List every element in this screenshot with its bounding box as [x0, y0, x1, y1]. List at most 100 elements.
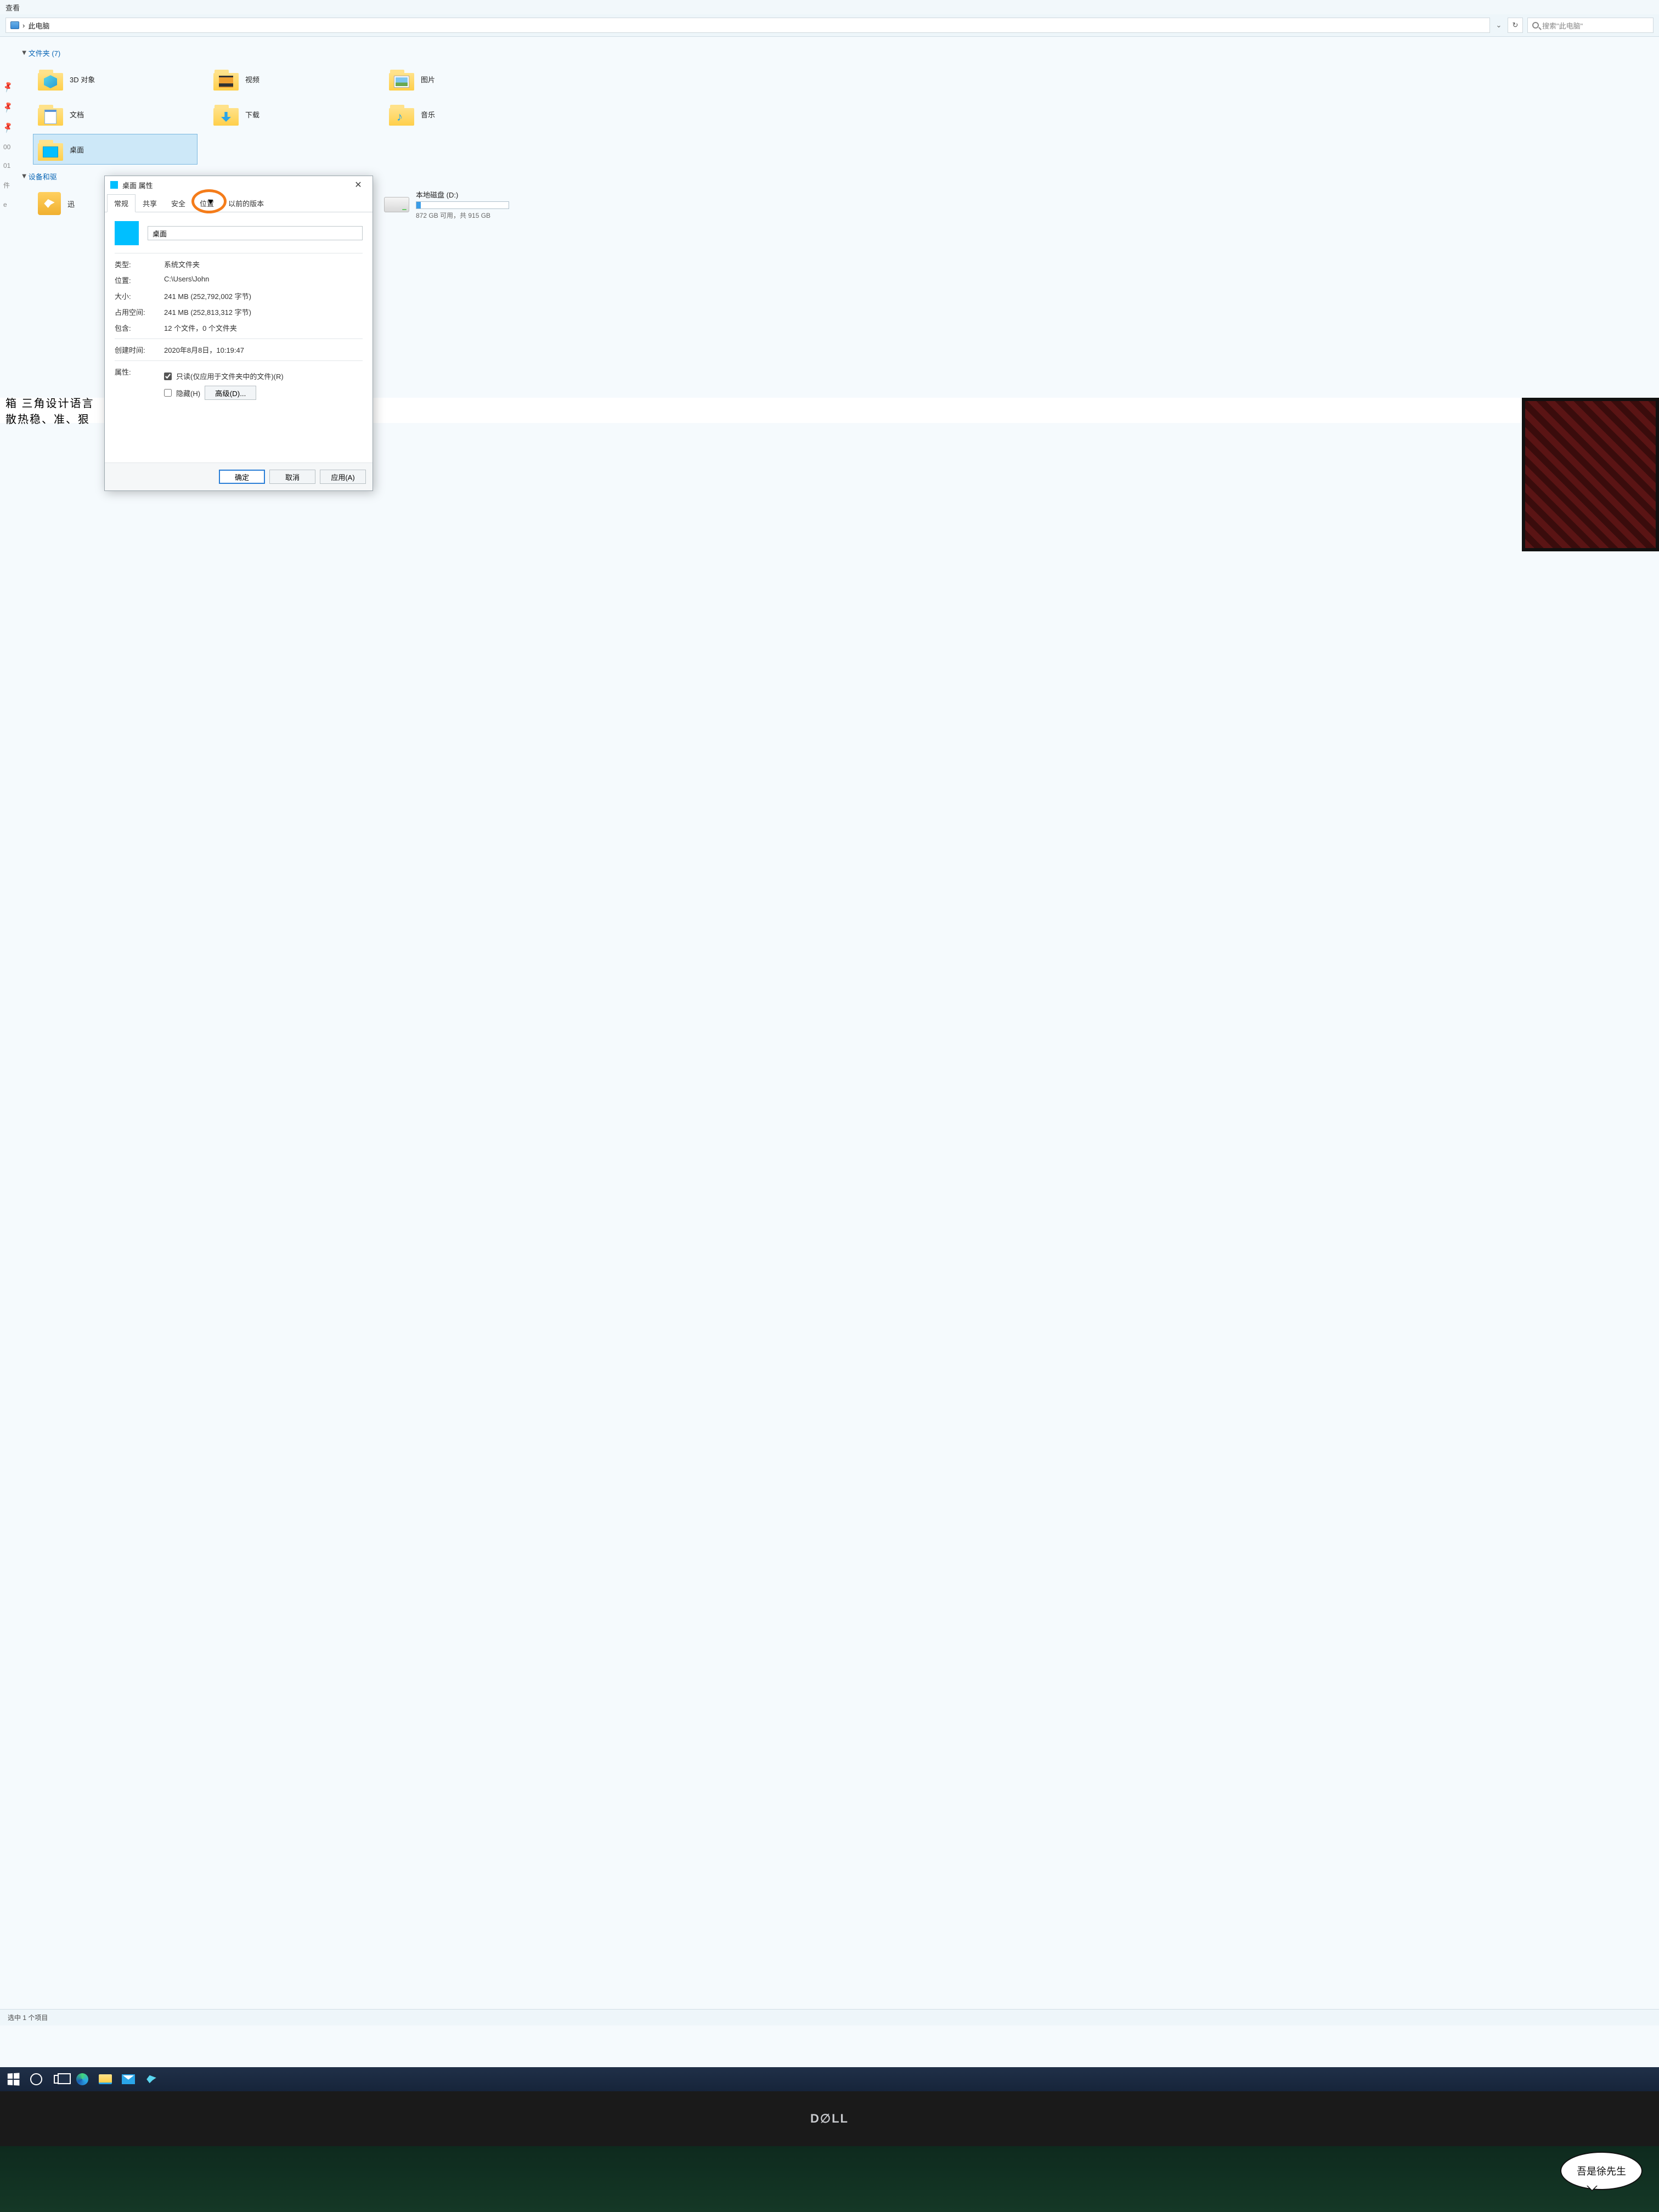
- address-bar[interactable]: › 此电脑: [5, 18, 1490, 33]
- edge-button[interactable]: [75, 2072, 90, 2087]
- thunder-taskbar[interactable]: [144, 2072, 159, 2087]
- tab-previous-versions[interactable]: 以前的版本: [221, 194, 271, 212]
- watermark-speech-bubble: 吾是徐先生: [1560, 2152, 1643, 2190]
- sidebar-fragment: e: [3, 201, 13, 208]
- windows-logo-icon: [8, 2073, 20, 2085]
- address-bar-row: › 此电脑 ⌄ ↻ 搜索"此电脑": [0, 14, 1659, 37]
- label-contains: 包含:: [115, 323, 164, 333]
- ok-button[interactable]: 确定: [219, 470, 265, 484]
- app-label: 迅: [67, 199, 75, 209]
- folder-pictures[interactable]: 图片: [384, 64, 549, 94]
- cortana-button[interactable]: [29, 2072, 44, 2087]
- folder-desktop[interactable]: 桌面: [33, 134, 198, 165]
- pin-icon: 📌: [2, 121, 15, 134]
- folder-videos[interactable]: 视频: [208, 64, 373, 94]
- bird-icon: [145, 2074, 157, 2084]
- task-view-button[interactable]: [52, 2072, 67, 2087]
- sidebar-fragment: 01: [3, 162, 13, 170]
- sidebar-fragment: 件: [3, 180, 13, 190]
- hard-drive-icon: [384, 197, 409, 212]
- folder-icon: [213, 67, 239, 91]
- refresh-button[interactable]: ↻: [1508, 18, 1523, 33]
- separator: [115, 360, 363, 361]
- address-dropdown-icon[interactable]: ⌄: [1494, 21, 1503, 30]
- breadcrumb-sep: ›: [22, 21, 25, 30]
- value-type: 系统文件夹: [164, 259, 363, 269]
- hidden-checkbox[interactable]: [164, 389, 172, 397]
- folder-name-input[interactable]: [148, 226, 363, 240]
- value-size: 241 MB (252,792,002 字节): [164, 291, 363, 301]
- tab-sharing[interactable]: 共享: [136, 194, 164, 212]
- watermark-text: 吾是徐先生: [1577, 2166, 1626, 2177]
- tab-security[interactable]: 安全: [164, 194, 193, 212]
- label-created: 创建时间:: [115, 345, 164, 355]
- close-button[interactable]: ✕: [349, 179, 367, 190]
- devices-header-label: 设备和驱: [29, 171, 57, 182]
- cancel-button[interactable]: 取消: [269, 470, 315, 484]
- folder-3d-objects[interactable]: 3D 对象: [33, 64, 198, 94]
- taskbar: [0, 2067, 1659, 2091]
- this-pc-icon: [10, 21, 19, 29]
- sidebar-fragment: 00: [3, 143, 13, 151]
- label-size-on-disk: 占用空间:: [115, 307, 164, 317]
- file-explorer-taskbar[interactable]: [98, 2072, 113, 2087]
- search-input[interactable]: 搜索"此电脑": [1527, 18, 1654, 33]
- ad-line2: 散热稳、准、狠: [5, 410, 94, 426]
- status-text: 选中 1 个项目: [8, 2014, 48, 2022]
- dialog-title: 桌面 属性: [122, 180, 153, 190]
- ribbon-tab-view[interactable]: 查看: [0, 0, 1659, 14]
- folder-downloads[interactable]: 下载: [208, 99, 373, 129]
- label-size: 大小:: [115, 291, 164, 301]
- label-location: 位置:: [115, 275, 164, 285]
- folders-grid: 3D 对象 视频 图片 文档 下载 ♪ 音乐: [33, 64, 1648, 165]
- folder-label: 文档: [70, 109, 84, 120]
- drive-usage-bar: [416, 201, 509, 209]
- edge-icon: [76, 2073, 88, 2085]
- drive-name: 本地磁盘 (D:): [416, 189, 509, 200]
- dialog-button-row: 确定 取消 应用(A): [105, 462, 373, 490]
- dialog-titlebar[interactable]: 桌面 属性 ✕: [105, 176, 373, 194]
- folder-label: 视频: [245, 74, 259, 84]
- label-type: 类型:: [115, 259, 164, 269]
- folder-icon: [38, 67, 63, 91]
- status-bar: 选中 1 个项目: [0, 2009, 1659, 2025]
- folder-music[interactable]: ♪ 音乐: [384, 99, 549, 129]
- search-placeholder: 搜索"此电脑": [1542, 20, 1583, 31]
- cortana-icon: [30, 2073, 42, 2085]
- folder-icon: [38, 138, 63, 161]
- readonly-checkbox[interactable]: [164, 373, 172, 380]
- folder-icon: [389, 67, 414, 91]
- drive-d[interactable]: 本地磁盘 (D:) 872 GB 可用，共 915 GB: [384, 189, 549, 220]
- folder-documents[interactable]: 文档: [33, 99, 198, 129]
- hidden-label: 隐藏(H): [176, 388, 200, 398]
- label-attributes: 属性:: [115, 366, 164, 404]
- pin-icon: 📌: [2, 101, 15, 114]
- mail-button[interactable]: [121, 2072, 136, 2087]
- breadcrumb-this-pc[interactable]: 此电脑: [28, 20, 49, 31]
- folder-label: 桌面: [70, 144, 84, 155]
- folders-header-label: 文件夹 (7): [29, 48, 61, 58]
- task-view-icon: [54, 2075, 65, 2084]
- pin-icon: 📌: [2, 81, 15, 93]
- tab-location[interactable]: 位置: [193, 194, 221, 212]
- properties-dialog: 桌面 属性 ✕ 常规 共享 安全 位置 以前的版本 类型:系统文件夹 位置:C:…: [104, 176, 373, 491]
- desk-surface: [0, 2146, 1659, 2212]
- folder-icon: ♪: [389, 103, 414, 126]
- search-icon: [1532, 22, 1539, 29]
- start-button[interactable]: [5, 2072, 21, 2087]
- folder-icon: [213, 103, 239, 126]
- tab-general[interactable]: 常规: [107, 194, 136, 212]
- folder-label: 下载: [245, 109, 259, 120]
- monitor-bezel: D∅LL: [0, 2091, 1659, 2146]
- mail-icon: [122, 2074, 135, 2084]
- ad-line1: 箱 三角设计语言: [5, 394, 94, 410]
- folder-icon: [38, 103, 63, 126]
- value-created: 2020年8月8日，10:19:47: [164, 345, 363, 355]
- apply-button[interactable]: 应用(A): [320, 470, 366, 484]
- folder-label: 音乐: [421, 109, 435, 120]
- chevron-down-icon: ▶: [21, 51, 27, 55]
- folder-label: 3D 对象: [70, 74, 95, 84]
- advanced-button[interactable]: 高级(D)...: [205, 386, 256, 400]
- thunder-icon: [38, 192, 61, 215]
- folders-section-header[interactable]: ▶ 文件夹 (7): [22, 48, 1648, 58]
